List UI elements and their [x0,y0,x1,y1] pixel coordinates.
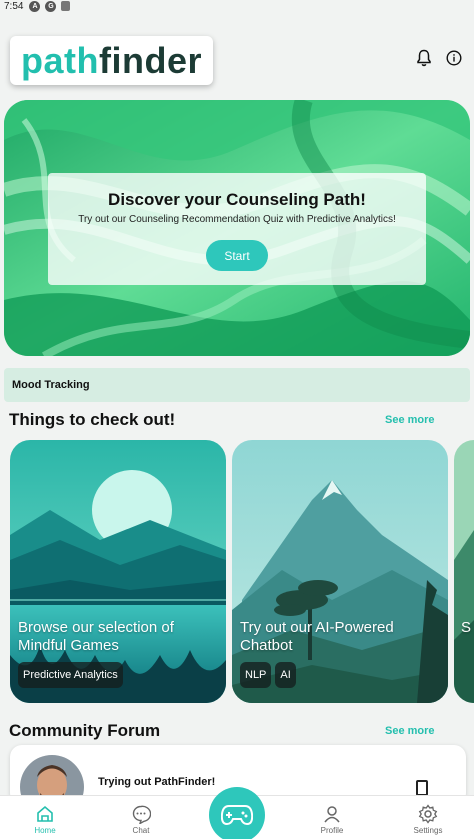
bell-icon[interactable] [416,49,432,67]
card-title: S [461,619,472,636]
nav-home[interactable]: Home [15,804,75,835]
tag-chip: NLP [240,662,272,688]
chat-icon [132,805,151,824]
hero-banner: Discover your Counseling Path! Try out o… [4,100,470,356]
nav-chat-label: Chat [132,826,150,835]
gamepad-icon [221,805,253,826]
status-time: 7:54 [4,0,24,12]
card-title: Browse our selection of Mindful Games [18,619,174,654]
card-title: Try out our AI-Powered Chatbot [240,619,394,654]
card-partial[interactable]: S [454,440,474,703]
status-bar: 7:54 A G [0,0,474,12]
nav-profile[interactable]: Profile [302,804,362,835]
card-mindful-games[interactable]: Browse our selection of Mindful Games Pr… [10,440,226,703]
profile-icon [324,806,340,823]
android-icon: A [29,0,41,12]
hero-title: Discover your Counseling Path! [108,190,366,209]
phone-icon [416,780,428,796]
hero-subtitle: Try out our Counseling Recommendation Qu… [78,214,396,225]
info-icon[interactable] [446,49,462,67]
nav-settings[interactable]: Settings [398,804,458,835]
mood-tracking-bar[interactable]: Mood Tracking [4,368,470,402]
settings-icon [418,804,438,824]
nav-chat[interactable]: Chat [111,804,171,835]
card-tags: Predictive Analytics [18,662,123,688]
things-section-title: Things to check out! [9,410,176,429]
start-quiz-button[interactable]: Start [206,240,268,271]
nav-home-label: Home [34,826,56,835]
forest-landscape-image [454,440,474,703]
mood-tracking-label: Mood Tracking [12,379,90,391]
tag-chip: AI [275,662,296,688]
home-icon [37,805,53,822]
post-title: Trying out PathFinder! [98,776,216,788]
sim-icon [61,1,71,11]
card-tags: NLP AI [240,662,296,688]
community-section-title: Community Forum [9,721,161,740]
logo-part-finder: finder [99,39,203,81]
community-see-more-link[interactable]: See more [385,725,435,737]
nav-settings-label: Settings [413,826,443,835]
logo-part-path: path [21,39,99,81]
card-ai-chatbot[interactable]: Try out our AI-Powered Chatbot NLP AI [232,440,448,703]
app-logo: path finder [10,36,213,85]
things-see-more-link[interactable]: See more [385,414,435,426]
nav-profile-label: Profile [320,826,344,835]
tag-chip: Predictive Analytics [18,662,123,688]
hero-card: Discover your Counseling Path! Try out o… [48,173,426,285]
google-icon: G [45,0,57,12]
games-fab-button[interactable] [209,787,265,839]
